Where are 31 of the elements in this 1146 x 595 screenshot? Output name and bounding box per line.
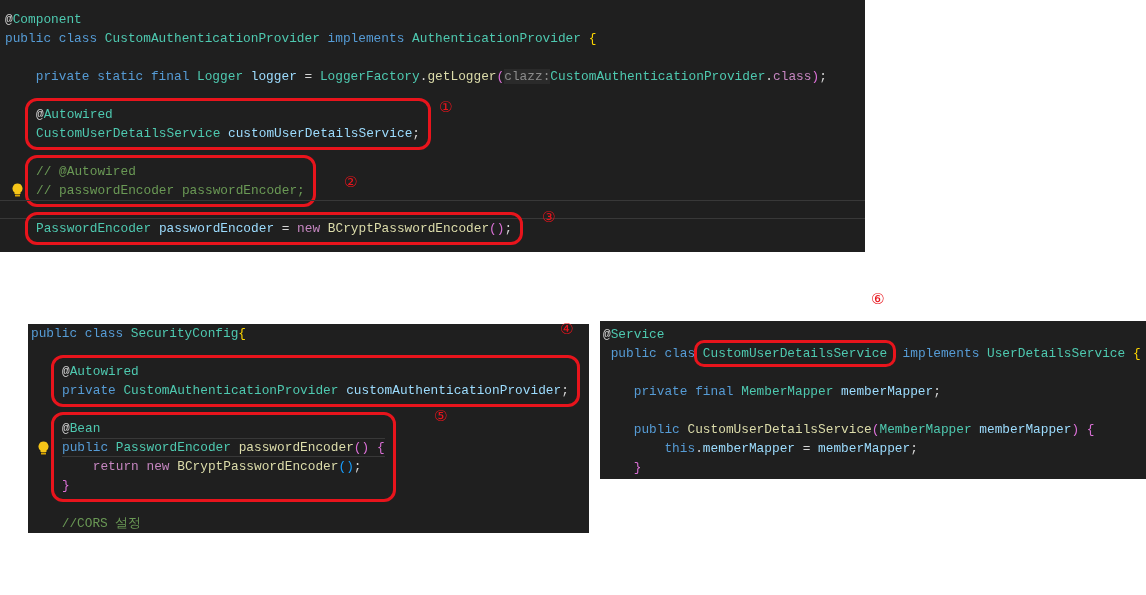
callout-number: ③ [542,208,556,226]
code-line: private final MemberMapper memberMapper; [632,382,941,401]
code-line: @Service [603,325,665,344]
code-line: @Autowired [36,106,113,124]
code-line: @Component [5,11,82,29]
code-line: // passwordEncoder passwordEncoder; [36,181,305,200]
code-line: @Bean [62,420,101,438]
code-line: public class SecurityConfig{ [31,325,247,343]
callout-number: ⑤ [434,407,448,425]
code-line: this.memberMapper = memberMapper; [663,439,918,458]
code-line: public class CustomAuthenticationProvider implements AuthenticationProvider { [5,30,597,48]
code-line: return new BCryptPasswordEncoder(); [91,458,362,476]
code-line: private CustomAuthenticationProvider customAuthenticationProvider; [62,382,569,400]
code-line: } [62,477,70,495]
callout-number: ④ [560,320,574,338]
code-line: } [632,458,642,477]
code-line: public CustomUserDetailsService(MemberMapper memberMapper) { [632,420,1095,439]
code-text: implements UserDetailsService { [901,345,1141,361]
lightbulb-icon[interactable] [12,183,23,197]
code-line: CustomUserDetailsService customUserDetailsService; [36,125,420,143]
code-line: @Autowired [62,363,139,381]
callout-number: ⑥ [871,289,885,308]
code-line: // @Autowired [36,163,136,181]
code-line: PasswordEncoder passwordEncoder = new BCryptPasswordEncoder(); [36,220,513,238]
callout-number: ② [344,173,358,191]
lightbulb-icon[interactable] [38,441,49,455]
callout-number: ① [439,98,453,116]
highlighted-code: CustomUserDetailsService [693,339,897,367]
code-line: public PasswordEncoder passwordEncoder() { [62,438,385,457]
code-line: //CORS 설정 [60,515,142,533]
code-line: private static final Logger logger = LoggerFactory.getLogger(clazz:CustomAuthenticationProvider.class); [34,68,827,86]
